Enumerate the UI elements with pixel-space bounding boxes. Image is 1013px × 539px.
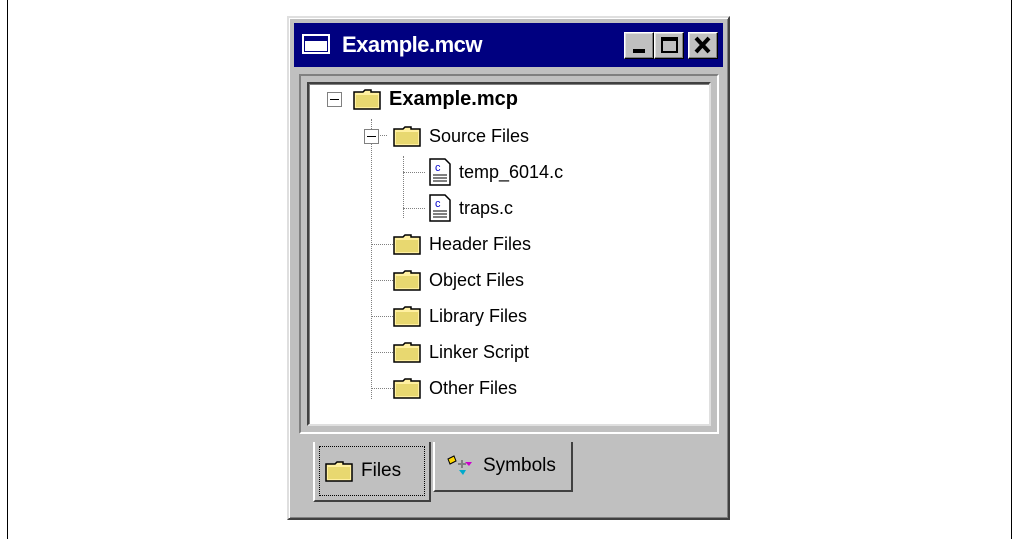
tree-item-linker-script[interactable]: Linker Script: [393, 337, 529, 367]
tree-connector: [371, 119, 372, 399]
tree-connector: [371, 388, 393, 389]
tree-item-label: Library Files: [429, 305, 528, 326]
tab-strip: Files Symbols: [299, 436, 719, 506]
c-file-icon: c: [429, 158, 451, 186]
tree-connector: [371, 316, 393, 317]
workspace-client-area: Example.mcp Source Files c temp_6014.c c…: [299, 74, 719, 434]
folder-icon: [393, 378, 421, 399]
collapse-source-files-toggle[interactable]: [364, 129, 379, 144]
folder-icon: [393, 234, 421, 255]
tree-item-label: traps.c: [459, 197, 514, 218]
tree-item-label: Header Files: [429, 233, 532, 254]
tree-item-label: Object Files: [429, 269, 525, 290]
folder-icon: [393, 306, 421, 327]
window-title: Example.mcw: [342, 32, 483, 57]
tab-label: Symbols: [483, 455, 556, 476]
tree-item-label: temp_6014.c: [459, 161, 564, 182]
tree-item-label: Other Files: [429, 377, 518, 398]
folder-icon: [393, 342, 421, 363]
app-window-icon: [302, 34, 330, 54]
symbols-icon: [447, 455, 472, 475]
tree-item-root[interactable]: Example.mcp: [353, 84, 518, 114]
tree-item-other-files[interactable]: Other Files: [393, 373, 517, 403]
svg-text:c: c: [435, 198, 441, 210]
tree-item-label: Example.mcp: [389, 87, 518, 110]
tree-connector: [371, 352, 393, 353]
tree-item-file[interactable]: c traps.c: [429, 193, 513, 223]
project-tree[interactable]: Example.mcp Source Files c temp_6014.c c…: [307, 82, 711, 426]
close-icon: [694, 36, 711, 54]
tab-files[interactable]: Files: [313, 442, 431, 502]
tree-connector: [403, 172, 425, 173]
tree-connector: [403, 208, 425, 209]
close-button[interactable]: [688, 32, 718, 59]
project-window: Example.mcw Example.mcp Source Files c t…: [287, 16, 730, 520]
folder-icon: [393, 126, 421, 147]
tree-connector: [371, 280, 393, 281]
tree-item-header-files[interactable]: Header Files: [393, 229, 531, 259]
svg-text:c: c: [435, 162, 441, 174]
c-file-icon: c: [429, 194, 451, 222]
tree-item-label: Linker Script: [429, 341, 530, 362]
tree-item-label: Source Files: [429, 125, 530, 146]
folder-icon: [325, 461, 353, 482]
tree-connector: [371, 244, 393, 245]
maximize-button[interactable]: [654, 32, 684, 59]
tree-item-object-files[interactable]: Object Files: [393, 265, 524, 295]
tree-item-library-files[interactable]: Library Files: [393, 301, 527, 331]
minimize-icon: [633, 49, 645, 53]
folder-icon: [353, 89, 381, 110]
tab-symbols[interactable]: Symbols: [433, 442, 573, 492]
folder-icon: [393, 270, 421, 291]
tree-item-file[interactable]: c temp_6014.c: [429, 157, 563, 187]
title-bar[interactable]: Example.mcw: [294, 23, 723, 67]
tree-item-source-files[interactable]: Source Files: [393, 121, 529, 151]
collapse-root-toggle[interactable]: [327, 92, 342, 107]
minimize-button[interactable]: [624, 32, 654, 59]
maximize-icon: [661, 37, 678, 53]
